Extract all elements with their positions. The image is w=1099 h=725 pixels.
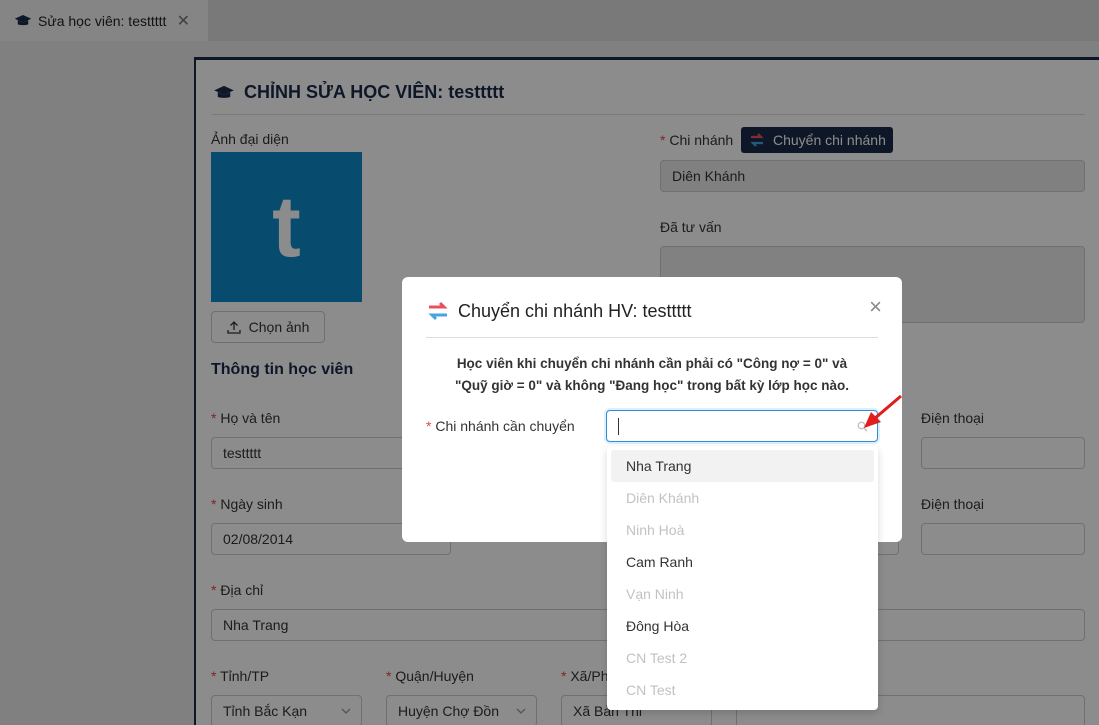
transfer-note: Học viên khi chuyển chi nhánh cần phải c… [426,353,878,397]
dropdown-option: Diên Khánh [626,490,700,506]
close-icon[interactable]: × [869,296,882,318]
text-cursor [618,418,619,435]
target-branch-label: Chi nhánh cần chuyển [426,418,574,434]
modal-title: Chuyển chi nhánh HV: testtttt [426,299,691,323]
dropdown-option[interactable]: Nha Trang [611,450,874,482]
dropdown-option: CN Test 2 [626,650,688,666]
note-line-2: "Quỹ giờ = 0" và không "Đang học" trong … [455,378,849,393]
annotation-arrow-icon [864,394,902,428]
dropdown-option[interactable]: Cam Ranh [611,546,874,578]
dropdown-option: Vạn Ninh [626,586,684,602]
swap-icon [428,301,448,321]
target-branch-select[interactable] [606,410,878,442]
dropdown-option: CN Test [626,682,676,698]
dropdown-option[interactable]: Đông Hòa [611,610,874,642]
divider [426,337,878,338]
note-line-1: Học viên khi chuyển chi nhánh cần phải c… [456,356,848,371]
dropdown-option: Ninh Hoà [626,522,685,538]
modal-title-text: Chuyển chi nhánh HV: testtttt [458,300,692,321]
branch-dropdown: Nha Trang Diên Khánh Ninh Hoà Cam Ranh V… [607,446,878,710]
